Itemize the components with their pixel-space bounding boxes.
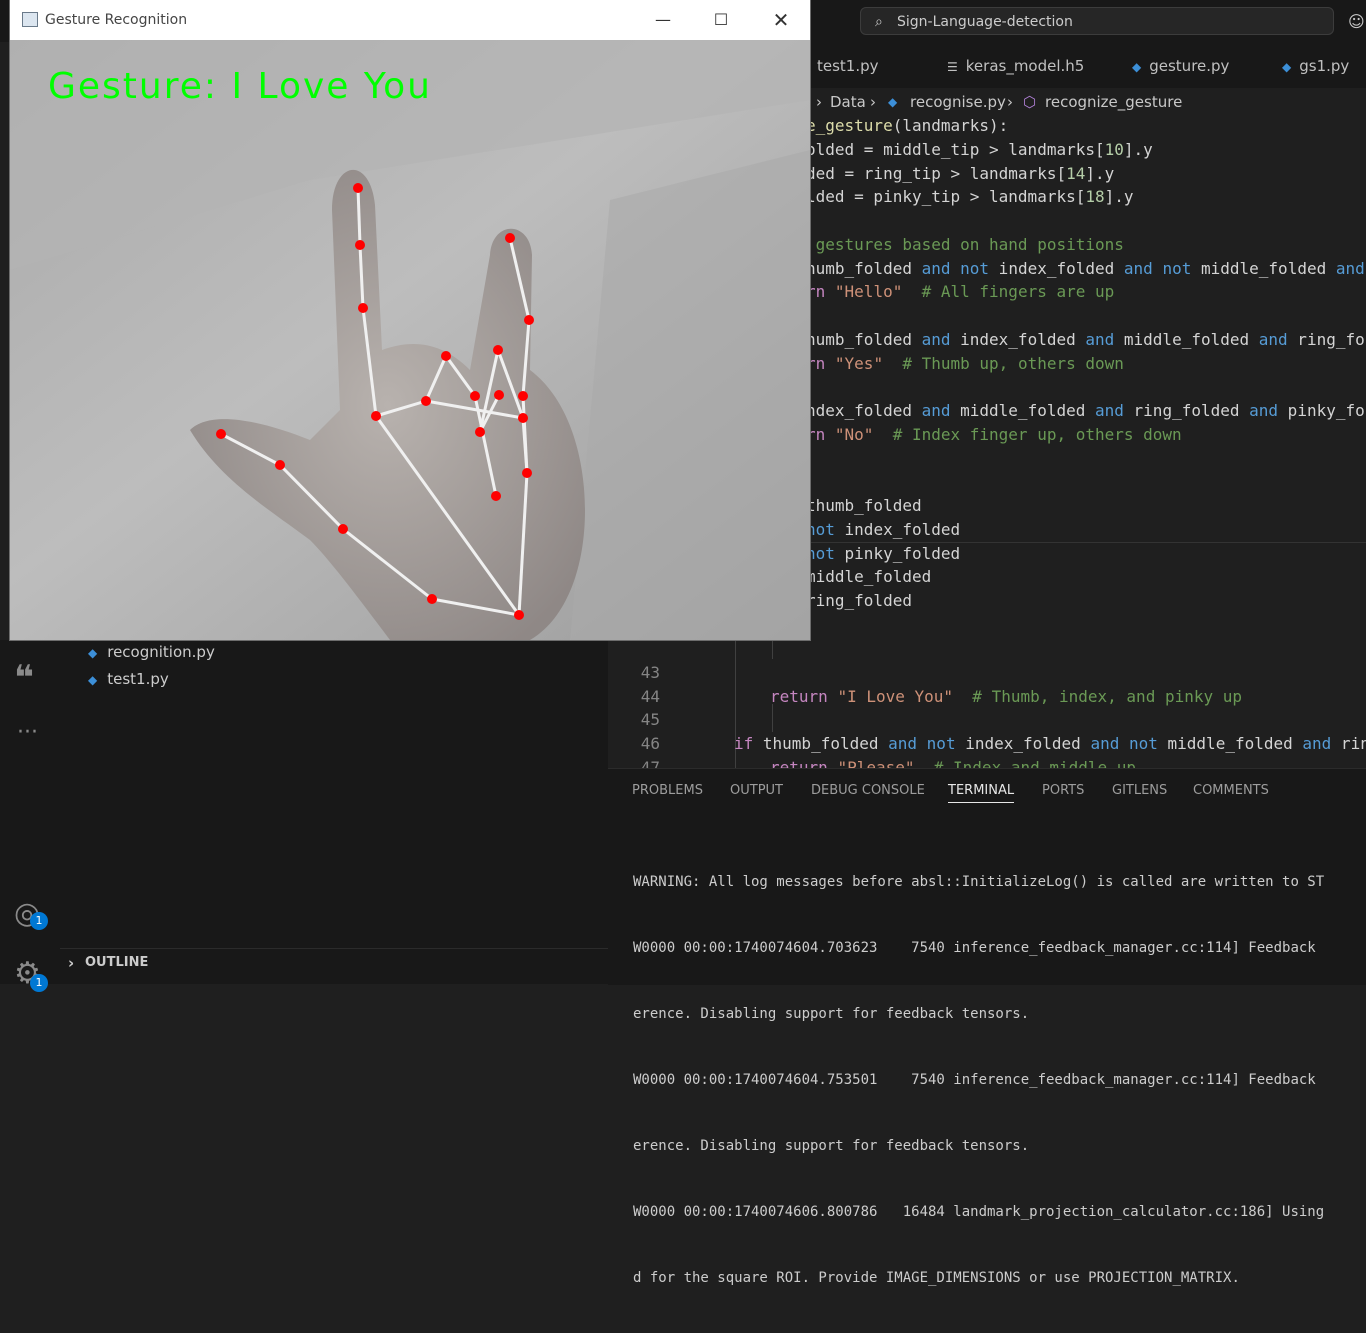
bottom-panel: PROBLEMS OUTPUT DEBUG CONSOLE TERMINAL P…	[608, 768, 1366, 1286]
landmark-point	[441, 351, 451, 361]
tab-label: gesture.py	[1149, 57, 1230, 75]
landmark-point	[518, 413, 528, 423]
window-title-bar[interactable]: Gesture Recognition — ☐ ✕	[10, 0, 810, 40]
landmark-point	[275, 460, 285, 470]
tab-output[interactable]: OUTPUT	[730, 783, 783, 798]
chevron-right-icon: ›	[816, 93, 822, 111]
tab-gs1[interactable]: ◆ gs1.py	[1282, 42, 1349, 88]
close-button[interactable]: ✕	[752, 0, 810, 40]
landmark-point	[491, 491, 501, 501]
tab-label: keras_model.h5	[965, 57, 1085, 75]
tab-problems[interactable]: PROBLEMS	[632, 783, 703, 798]
gesture-label: Gesture: I Love You	[48, 66, 432, 107]
settings-badge: 1	[30, 974, 48, 992]
chevron-right-icon: ›	[1007, 93, 1013, 111]
code-line: 45 if thumb_folded and not index_folded …	[608, 684, 1366, 753]
terminal-line: W0000 00:00:1740074604.703623 7540 infer…	[633, 940, 1316, 956]
search-label: Sign-Language-detection	[897, 14, 1073, 30]
minimize-button[interactable]: —	[634, 0, 692, 40]
landmark-point	[514, 610, 524, 620]
terminal-line: d for the square ROI. Provide IMAGE_DIME…	[633, 1270, 1240, 1286]
landmark-point	[518, 391, 528, 401]
python-icon: ◆	[1282, 60, 1292, 74]
skeleton-bone	[356, 187, 362, 246]
activity-bar: ❝ ··· ◎ 1 ⚙ 1	[0, 640, 60, 992]
tab-terminal[interactable]: TERMINAL	[948, 783, 1015, 803]
python-icon: ◆	[888, 95, 898, 109]
terminal-line: erence. Disabling support for feedback t…	[633, 1138, 1030, 1154]
window-title: Gesture Recognition	[45, 12, 188, 28]
tab-test1[interactable]: test1.py	[817, 42, 879, 88]
maximize-button[interactable]: ☐	[692, 0, 750, 40]
file-label: test1.py	[107, 670, 169, 688]
landmark-point	[338, 524, 348, 534]
code-line: 47	[608, 732, 1366, 768]
terminal-output[interactable]: WARNING: All log messages before absl::I…	[633, 827, 1324, 1333]
tab-gesture[interactable]: ◆ gesture.py	[1132, 42, 1229, 88]
camera-frame	[10, 40, 810, 640]
landmark-point	[371, 411, 381, 421]
editor-tabs: test1.py ☰ keras_model.h5 ◆ gesture.py ◆ gs…	[800, 42, 1366, 88]
account-badge: 1	[30, 912, 48, 930]
explorer-panel: ◆ recognition.py ◆ test1.py › OUTLINE	[60, 640, 608, 984]
landmark-point	[494, 390, 504, 400]
tab-gitlens[interactable]: GITLENS	[1112, 783, 1167, 798]
code-line: 48 if not thumb_folded and not index_fol…	[608, 756, 1366, 768]
terminal-line: WARNING: All log messages before absl::I…	[633, 874, 1325, 890]
terminal-line: W0000 00:00:1740074606.800786 16484 land…	[633, 1204, 1325, 1220]
explorer-file[interactable]: ◆ test1.py	[88, 670, 169, 688]
lines-icon: ☰	[947, 60, 958, 74]
tab-ports[interactable]: PORTS	[1042, 783, 1084, 798]
landmark-point	[470, 391, 480, 401]
copilot-icon[interactable]: ☺	[1348, 12, 1365, 31]
gesture-recognition-window[interactable]: Gesture Recognition — ☐ ✕ Gesture: I Lov…	[10, 0, 810, 640]
outline-section-header[interactable]: › OUTLINE	[60, 948, 608, 985]
method-icon: ⬡	[1023, 93, 1037, 111]
python-icon: ◆	[88, 646, 98, 660]
more-icon[interactable]: ···	[17, 720, 38, 745]
terminal-line: erence. Disabling support for feedback t…	[633, 1006, 1030, 1022]
file-label: recognition.py	[107, 643, 215, 661]
landmark-point	[358, 303, 368, 313]
landmark-point	[353, 183, 363, 193]
landmark-point	[493, 345, 503, 355]
tab-label: gs1.py	[1299, 57, 1350, 75]
landmark-point	[524, 315, 534, 325]
app-icon	[22, 12, 38, 27]
tab-keras-model[interactable]: ☰ keras_model.h5	[947, 42, 1084, 88]
explorer-file[interactable]: ◆ recognition.py	[88, 643, 215, 661]
tab-debug-console[interactable]: DEBUG CONSOLE	[811, 783, 925, 798]
landmark-point	[505, 233, 515, 243]
landmark-point	[355, 240, 365, 250]
landmark-point	[421, 396, 431, 406]
breadcrumb-file[interactable]: recognise.py	[910, 88, 1006, 116]
chevron-right-icon: ›	[870, 93, 876, 111]
python-icon: ◆	[1132, 60, 1142, 74]
python-icon: ◆	[88, 673, 98, 687]
breadcrumb-symbol[interactable]: recognize_gesture	[1045, 88, 1182, 116]
landmark-point	[475, 427, 485, 437]
terminal-line: W0000 00:00:1740074604.753501 7540 infer…	[633, 1072, 1316, 1088]
breadcrumb: › Data › ◆ recognise.py › ⬡ recognize_ge…	[800, 88, 1366, 116]
code-line: 43 return "I Love You" # Thumb, index, a…	[608, 637, 1366, 706]
tab-label: test1.py	[817, 57, 879, 75]
landmark-point	[522, 468, 532, 478]
tab-comments[interactable]: COMMENTS	[1193, 783, 1269, 798]
breadcrumb-folder[interactable]: Data	[830, 88, 866, 116]
quote-icon[interactable]: ❝	[14, 658, 34, 698]
landmark-point	[427, 594, 437, 604]
command-center-search[interactable]: ⌕ Sign-Language-detection	[860, 7, 1334, 35]
chevron-right-icon: ›	[68, 954, 75, 972]
camera-feed: Gesture: I Love You	[10, 40, 810, 640]
landmark-point	[216, 429, 226, 439]
code-line: 46 return "Please" # Index and middle up	[608, 708, 1366, 768]
search-icon: ⌕	[875, 14, 883, 30]
outline-label: OUTLINE	[85, 955, 149, 970]
code-line: 44	[608, 661, 1366, 706]
